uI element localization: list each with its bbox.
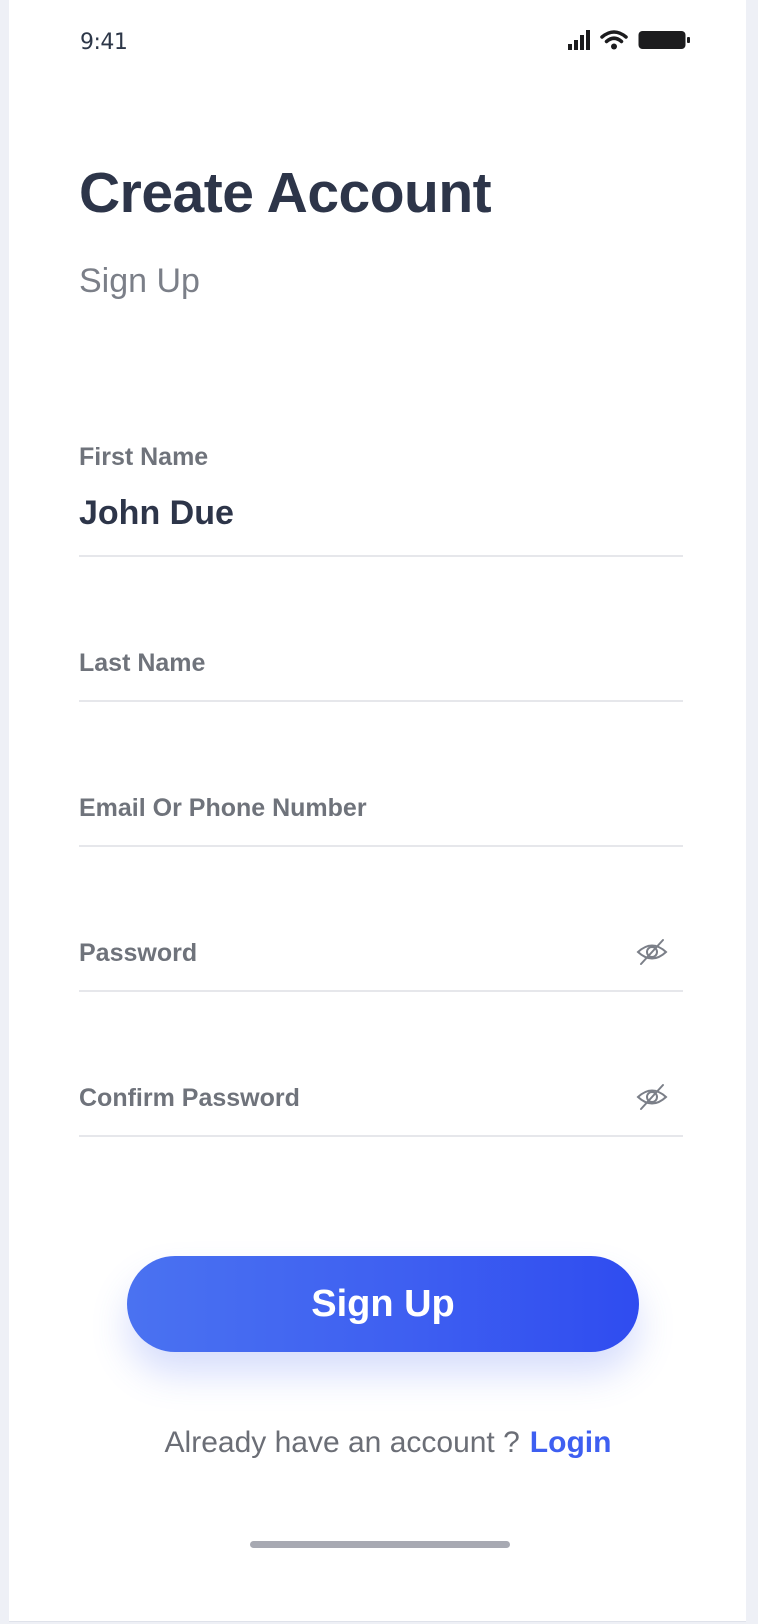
first-name-input[interactable]: John Due: [79, 494, 683, 533]
status-icons: [568, 30, 690, 50]
screen: 9:41 Create Account Sign Up First Name J…: [9, 0, 746, 1622]
eye-off-icon[interactable]: [635, 1080, 669, 1114]
email-or-phone-label: Email Or Phone Number: [79, 794, 367, 822]
last-name-label: Last Name: [79, 649, 206, 677]
password-underline: [79, 990, 683, 992]
confirm-password-field[interactable]: Confirm Password: [79, 1084, 683, 1138]
login-prompt-text: Already have an account ?: [164, 1426, 520, 1459]
password-field[interactable]: Password: [79, 939, 683, 993]
email-or-phone-field[interactable]: Email Or Phone Number: [79, 794, 683, 848]
email-or-phone-underline: [79, 845, 683, 847]
login-prompt: Already have an account ? Login: [9, 1426, 758, 1460]
last-name-underline: [79, 700, 683, 702]
last-name-field[interactable]: Last Name: [79, 649, 683, 703]
page-title: Create Account: [79, 161, 492, 225]
first-name-field[interactable]: First Name John Due: [79, 443, 683, 557]
status-time: 9:41: [80, 30, 128, 55]
password-label: Password: [79, 939, 198, 967]
eye-off-icon[interactable]: [635, 935, 669, 969]
first-name-underline: [79, 555, 683, 557]
login-link[interactable]: Login: [530, 1426, 612, 1459]
sign-up-button[interactable]: Sign Up: [127, 1256, 639, 1352]
home-indicator[interactable]: [250, 1541, 510, 1548]
confirm-password-label: Confirm Password: [79, 1084, 300, 1112]
signal-icon: [568, 30, 590, 50]
wifi-icon: [600, 30, 628, 50]
confirm-password-underline: [79, 1135, 683, 1137]
battery-icon: [638, 30, 690, 50]
page-subtitle: Sign Up: [79, 262, 200, 300]
first-name-label: First Name: [79, 443, 209, 471]
